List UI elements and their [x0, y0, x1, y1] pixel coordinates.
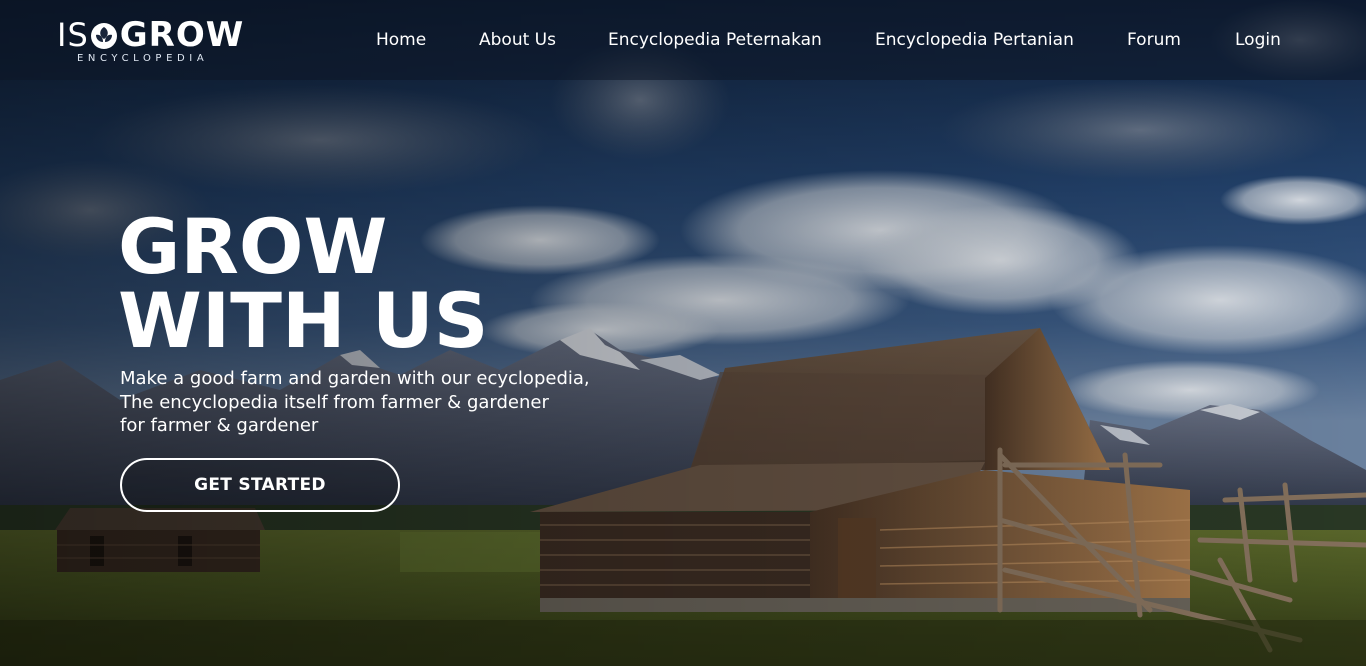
top-navbar: IS GROW ENCYCLOPEDIA Home About Us Encyc… [0, 0, 1366, 80]
get-started-button[interactable]: GET STARTED [120, 458, 400, 512]
nav-about-us-link[interactable]: About Us [479, 28, 556, 52]
hero-title-line-1: GROW [118, 202, 388, 291]
nav-encyclopedia-peternakan-link[interactable]: Encyclopedia Peternakan [608, 28, 822, 52]
logo-subtitle: ENCYCLOPEDIA [77, 53, 209, 64]
nav-forum-link[interactable]: Forum [1127, 28, 1181, 52]
hero-title: GROW WITH US [118, 202, 489, 365]
nav-home-link[interactable]: Home [376, 28, 426, 52]
hero-description: Make a good farm and garden with our ecy… [120, 367, 590, 438]
nav-login-link[interactable]: Login [1235, 28, 1281, 52]
nav-menu: Home About Us Encyclopedia Peternakan En… [0, 28, 1366, 52]
hero-title-line-2: WITH US [118, 276, 489, 365]
hero-description-line-2: The encyclopedia itself from farmer & ga… [120, 391, 549, 413]
hero-description-line-3: for farmer & gardener [120, 415, 319, 436]
hero-description-line-1: Make a good farm and garden with our ecy… [120, 368, 590, 389]
nav-encyclopedia-pertanian-link[interactable]: Encyclopedia Pertanian [875, 28, 1074, 52]
landing-page: IS GROW ENCYCLOPEDIA Home About Us Encyc… [0, 0, 1366, 666]
